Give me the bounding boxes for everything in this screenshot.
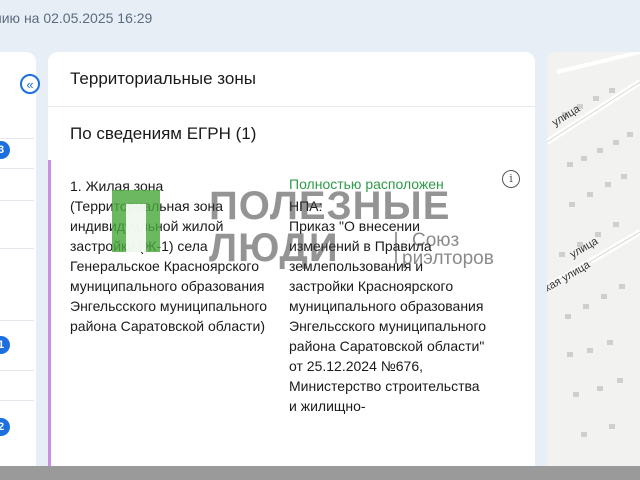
left-panel-divider bbox=[0, 248, 34, 249]
count-badge[interactable]: 3 bbox=[0, 141, 10, 159]
top-bar: нию на 02.05.2025 16:29 bbox=[0, 0, 640, 34]
egrn-section-title: По сведениям ЕГРН (1) bbox=[70, 124, 257, 143]
card-title: Территориальные зоны bbox=[70, 69, 256, 88]
territorial-zones-card: Территориальные зоны По сведениям ЕГРН (… bbox=[48, 52, 535, 472]
left-panel-divider bbox=[0, 200, 34, 201]
location-status: Полностью расположен bbox=[289, 176, 444, 192]
info-icon[interactable]: i bbox=[502, 170, 520, 188]
npa-label: НПА: bbox=[289, 198, 323, 214]
update-date: нию на 02.05.2025 16:29 bbox=[0, 10, 153, 26]
npa-block: НПА: Приказ "О внесении изменений в Прав… bbox=[289, 196, 489, 416]
left-panel-divider bbox=[0, 320, 34, 321]
left-panel: 3 1 2 bbox=[0, 52, 36, 472]
left-panel-divider bbox=[0, 370, 34, 371]
npa-text: Приказ "О внесении изменений в Правила з… bbox=[289, 218, 487, 414]
left-panel-divider bbox=[0, 138, 34, 139]
count-badge[interactable]: 1 bbox=[0, 336, 10, 354]
left-panel-divider bbox=[0, 400, 34, 401]
left-panel-divider bbox=[0, 168, 34, 169]
map-view[interactable]: улица улица ская улица bbox=[547, 52, 640, 472]
zone-description: 1. Жилая зона (Территориальная зона инди… bbox=[70, 178, 268, 334]
card-divider bbox=[48, 106, 535, 107]
count-badge[interactable]: 2 bbox=[0, 418, 10, 436]
bottom-bar bbox=[0, 466, 640, 480]
collapse-panel-button[interactable]: « bbox=[20, 74, 40, 94]
entry-accent-bar bbox=[48, 160, 51, 472]
